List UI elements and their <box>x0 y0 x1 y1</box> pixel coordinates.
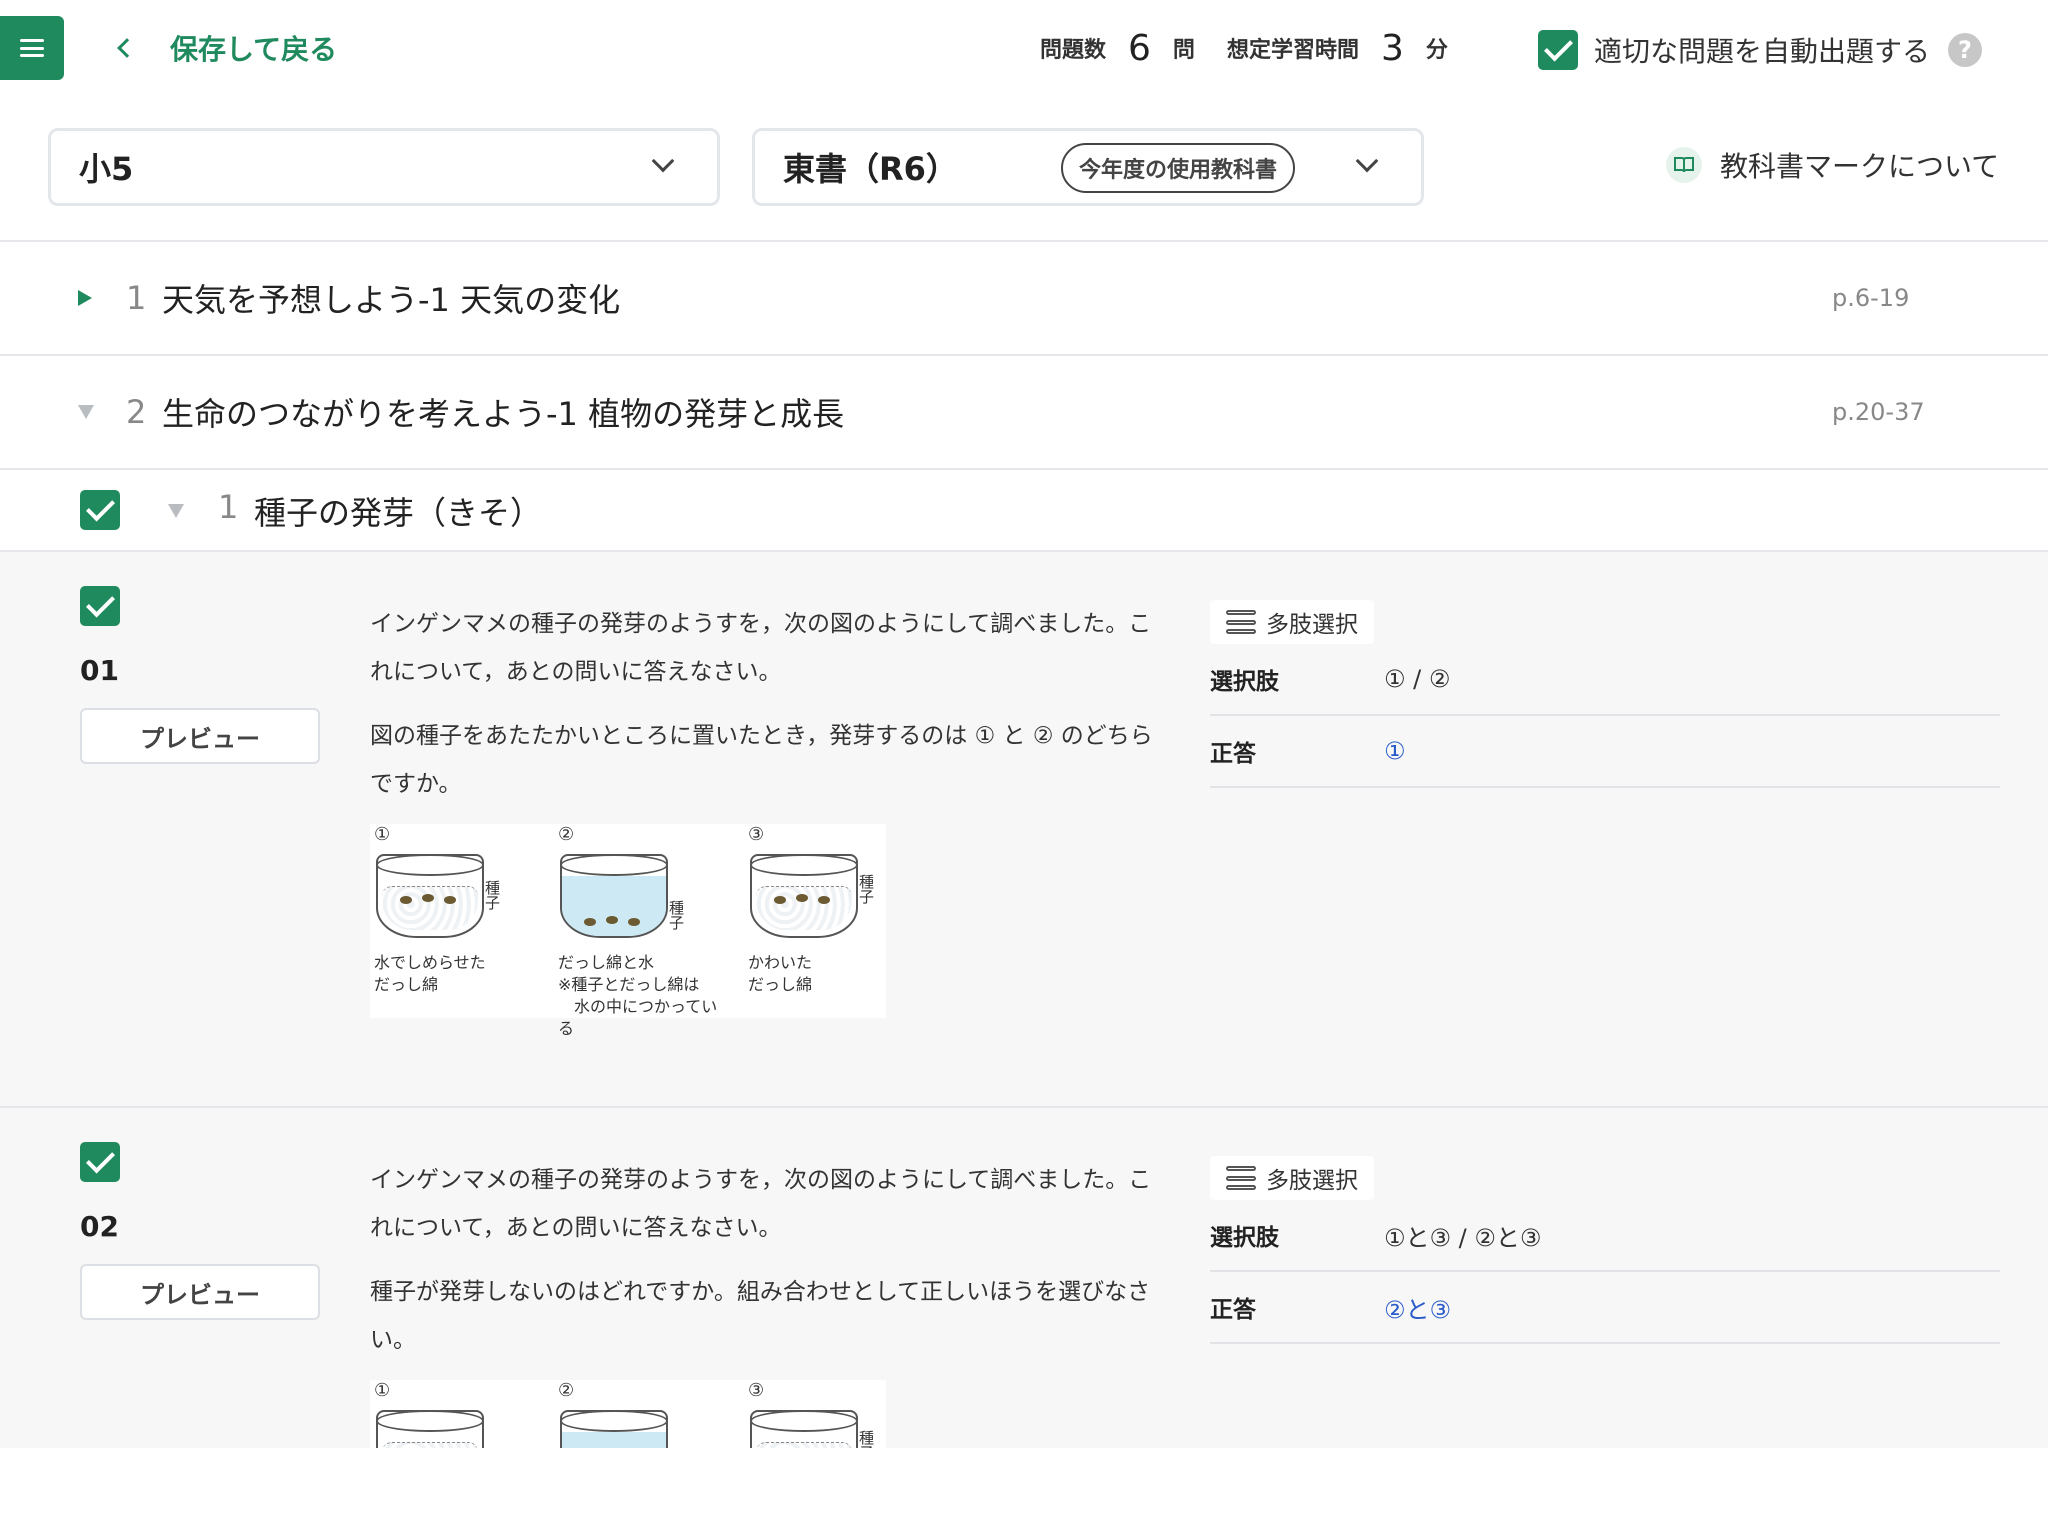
unit-pages: p.20-37 <box>1832 398 1925 426</box>
unit-row-1[interactable]: 1 天気を予想しよう-1 天気の変化 p.6-19 <box>0 242 2048 354</box>
preview-button[interactable]: プレビュー <box>80 1264 320 1320</box>
seed-label: 種子 <box>667 900 685 930</box>
textbook-select[interactable]: 東書（R6） 今年度の使用教科書 <box>752 128 1424 206</box>
auto-question-toggle[interactable]: 適切な問題を自動出題する ? <box>1538 28 1983 72</box>
question-prompt: 種子が発芽しないのはどれですか。組み合わせとして正しいほうを選びなさい。 <box>370 1279 1151 1353</box>
time-value: 3 <box>1380 27 1404 69</box>
subunit-title: 種子の発芽（きそ） <box>254 494 543 532</box>
figure-label: ③ <box>748 824 765 845</box>
current-textbook-badge: 今年度の使用教科書 <box>1061 143 1296 193</box>
answer-table: 選択肢 ① / ② 正答 ① <box>1210 644 2000 788</box>
count-value: 6 <box>1128 27 1151 69</box>
cup-image <box>750 1410 858 1448</box>
choices-value: ① / ② <box>1384 665 1451 693</box>
unit-pages: p.6-19 <box>1832 284 1910 312</box>
seed-label: 種子 <box>857 874 875 904</box>
question-stats: 問題数 6 問 想定学習時間 3 分 <box>1040 24 1448 72</box>
chevron-left-icon <box>117 38 137 58</box>
menu-button[interactable] <box>0 16 64 80</box>
grade-value: 小5 <box>79 150 134 188</box>
book-icon <box>1666 147 1702 183</box>
question-type-tag: 多肢選択 <box>1210 1156 1374 1200</box>
figure-caption: だっし綿と水 ※種子とだっし綿は 水の中につかっている <box>558 953 718 1038</box>
question-type: 多肢選択 <box>1266 612 1358 638</box>
figure-label: ② <box>558 824 575 845</box>
question-type: 多肢選択 <box>1266 1168 1358 1194</box>
time-label: 想定学習時間 <box>1226 38 1359 63</box>
choices-label: 選択肢 <box>1210 669 1279 695</box>
figure-caption: 水でしめらせた だっし綿 <box>374 953 486 994</box>
count-unit: 問 <box>1172 38 1195 63</box>
choices-row: 選択肢 ① / ② <box>1210 644 2000 716</box>
figure-label: ③ <box>748 1380 765 1401</box>
question-stem: インゲンマメの種子の発芽のようすを，次の図のようにして調べました。これについて，… <box>370 1167 1152 1241</box>
collapse-arrow-icon[interactable] <box>168 504 184 518</box>
figure-label: ① <box>374 1380 391 1401</box>
cup-image <box>750 854 858 938</box>
collapse-arrow-icon[interactable] <box>78 405 94 419</box>
hamburger-icon <box>20 39 44 57</box>
answer-table: 選択肢 ①と③ / ②と③ 正答 ②と③ <box>1210 1200 2000 1344</box>
cup-image <box>376 1410 484 1448</box>
textbook-mark-link[interactable]: 教科書マークについて <box>1666 140 1999 190</box>
question-checkbox[interactable] <box>80 586 120 626</box>
chevron-down-icon <box>651 149 675 173</box>
question-card-01: 01 プレビュー インゲンマメの種子の発芽のようすを，次の図のようにして調べまし… <box>0 552 2048 1106</box>
answer-row: 正答 ②と③ <box>1210 1272 2000 1344</box>
figure-label: ① <box>374 824 391 845</box>
preview-button[interactable]: プレビュー <box>80 708 320 764</box>
cup-image <box>560 854 668 938</box>
question-figure: ① ② ③ 種子 <box>370 1380 886 1448</box>
question-checkbox[interactable] <box>80 1142 120 1182</box>
unit-title: 天気を予想しよう-1 天気の変化 <box>162 281 621 319</box>
seed-label: 種子 <box>483 880 501 910</box>
seed-label: 種子 <box>857 1430 875 1448</box>
figure-caption: かわいた だっし綿 <box>748 953 813 994</box>
textbook-value: 東書（R6） <box>783 150 958 188</box>
unit-row-2[interactable]: 2 生命のつながりを考えよう-1 植物の発芽と成長 p.20-37 <box>0 356 2048 468</box>
question-number: 02 <box>80 1210 119 1243</box>
subunit-row[interactable]: 1 種子の発芽（きそ） <box>0 470 2048 550</box>
textbook-mark-label: 教科書マークについて <box>1720 150 2000 183</box>
choices-row: 選択肢 ①と③ / ②と③ <box>1210 1200 2000 1272</box>
unit-number: 1 <box>126 279 147 317</box>
auto-question-checkbox[interactable] <box>1538 30 1578 70</box>
answer-value: ②と③ <box>1384 1295 1452 1324</box>
auto-question-label: 適切な問題を自動出題する <box>1594 35 1931 68</box>
question-text: インゲンマメの種子の発芽のようすを，次の図のようにして調べました。これについて，… <box>370 600 1170 824</box>
back-button[interactable]: 保存して戻る <box>112 24 337 72</box>
question-prompt: 図の種子をあたたかいところに置いたとき，発芽するのは ① と ② のどちらですか… <box>370 723 1153 797</box>
time-unit: 分 <box>1425 38 1448 63</box>
cup-image <box>560 1410 668 1448</box>
figure-label: ② <box>558 1380 575 1401</box>
choices-value: ①と③ / ②と③ <box>1384 1223 1542 1252</box>
choices-label: 選択肢 <box>1210 1225 1279 1251</box>
bottom-blank <box>0 1448 2048 1536</box>
question-text: インゲンマメの種子の発芽のようすを，次の図のようにして調べました。これについて，… <box>370 1156 1170 1380</box>
question-figure: ① 種子 水でしめらせた だっし綿 ② 種子 だっし綿と水 ※種子とだっし綿は … <box>370 824 886 1038</box>
unit-number: 2 <box>126 393 147 431</box>
list-icon <box>1226 1166 1256 1190</box>
subunit-checkbox[interactable] <box>80 490 120 530</box>
help-icon[interactable]: ? <box>1948 33 1983 67</box>
question-card-02: 02 プレビュー インゲンマメの種子の発芽のようすを，次の図のようにして調べまし… <box>0 1108 2048 1448</box>
answer-value: ① <box>1384 737 1406 765</box>
subunit-number: 1 <box>218 488 239 526</box>
cup-image <box>376 854 484 938</box>
chevron-down-icon <box>1355 149 1379 173</box>
answer-label: 正答 <box>1210 741 1256 767</box>
answer-row: 正答 ① <box>1210 716 2000 788</box>
question-stem: インゲンマメの種子の発芽のようすを，次の図のようにして調べました。これについて，… <box>370 611 1152 685</box>
unit-title: 生命のつながりを考えよう-1 植物の発芽と成長 <box>162 395 845 433</box>
back-label: 保存して戻る <box>170 33 338 66</box>
answer-label: 正答 <box>1210 1297 1256 1323</box>
question-type-tag: 多肢選択 <box>1210 600 1374 644</box>
count-label: 問題数 <box>1040 38 1107 63</box>
grade-select[interactable]: 小5 <box>48 128 720 206</box>
question-number: 01 <box>80 654 119 687</box>
expand-arrow-icon[interactable] <box>78 290 92 306</box>
top-bar: 保存して戻る 問題数 6 問 想定学習時間 3 分 適切な問題を自動出題する ? <box>0 0 2048 100</box>
list-icon <box>1226 610 1256 634</box>
